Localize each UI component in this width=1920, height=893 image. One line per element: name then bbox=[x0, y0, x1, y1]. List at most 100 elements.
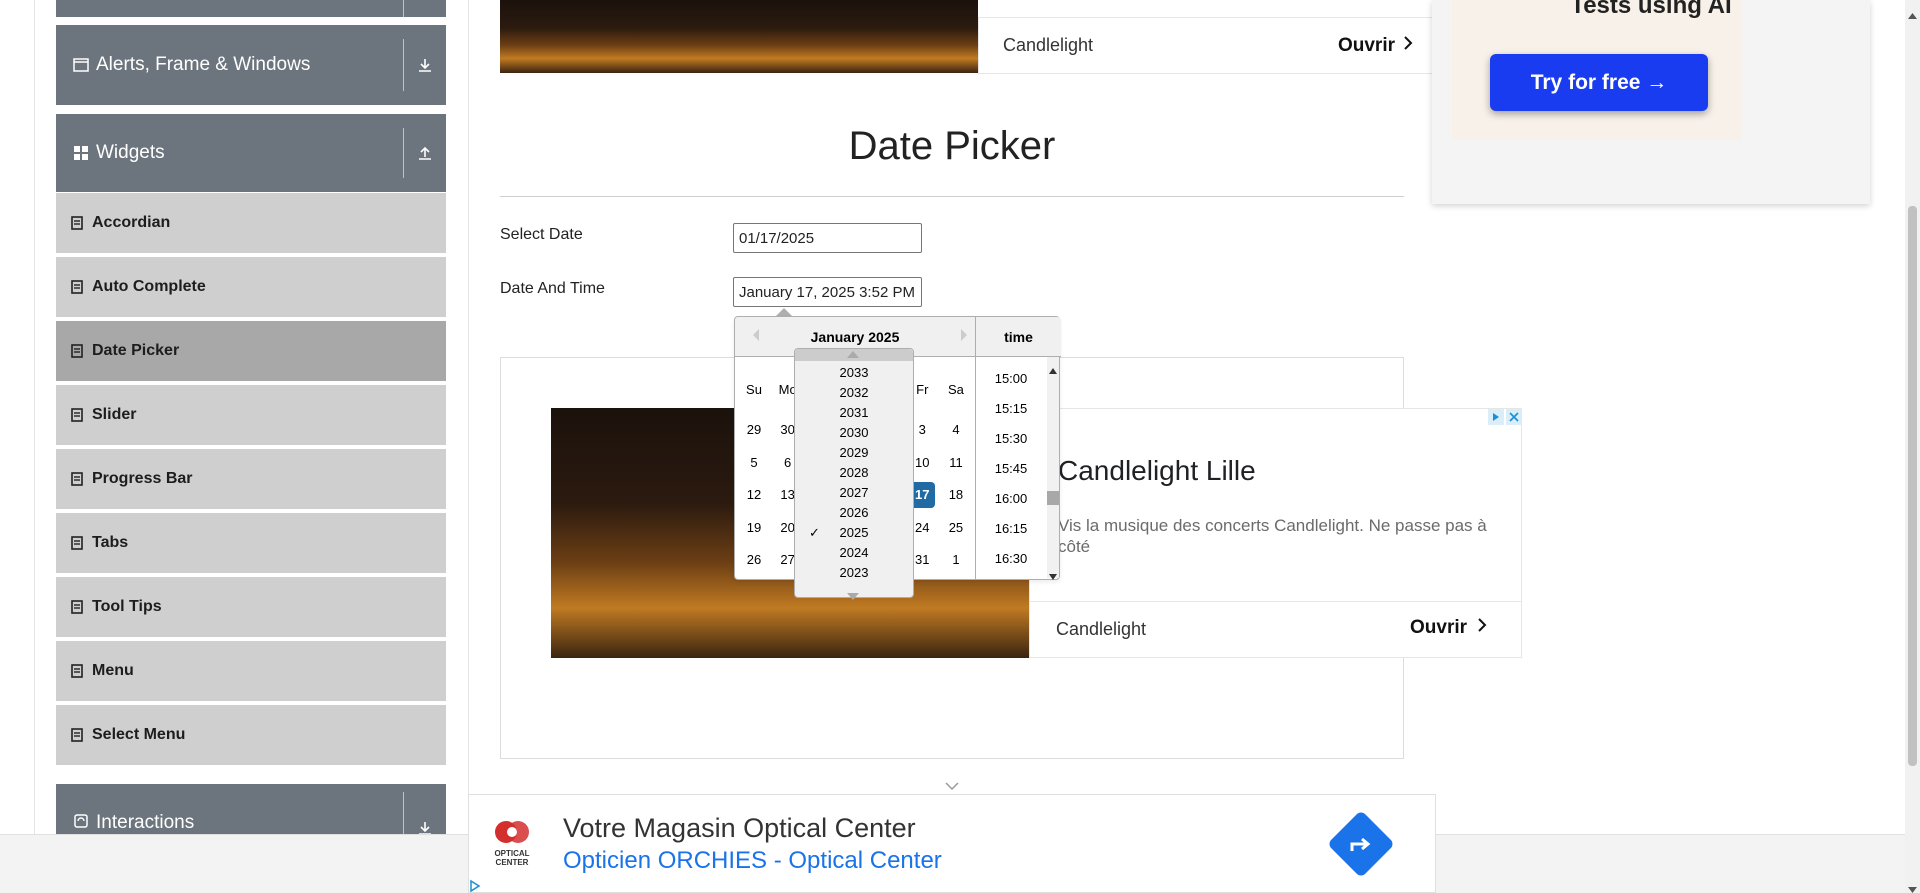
year-option[interactable]: 2026 bbox=[795, 505, 913, 520]
left-gutter-border bbox=[34, 0, 35, 834]
title-divider bbox=[500, 196, 1404, 197]
grid-icon bbox=[72, 144, 90, 162]
sidebar-group-partial[interactable] bbox=[56, 0, 446, 17]
item-icon bbox=[70, 216, 84, 230]
time-option[interactable]: 15:30 bbox=[976, 431, 1046, 446]
calendar-day[interactable]: 11 bbox=[943, 450, 969, 476]
year-option[interactable]: 2030 bbox=[795, 425, 913, 440]
calendar-day[interactable]: 29 bbox=[741, 417, 767, 443]
sidebar-item-auto-complete[interactable]: Auto Complete bbox=[56, 257, 446, 319]
calendar-day[interactable]: 25 bbox=[943, 515, 969, 541]
sidebar-item-date-picker[interactable]: Date Picker bbox=[56, 321, 446, 383]
time-option[interactable]: 16:15 bbox=[976, 521, 1046, 536]
year-option[interactable]: 2031 bbox=[795, 405, 913, 420]
calendar-day[interactable]: 26 bbox=[741, 547, 767, 573]
year-option[interactable]: 2028 bbox=[795, 465, 913, 480]
sidebar-item-tool-tips[interactable]: Tool Tips bbox=[56, 577, 446, 639]
top-ad-cta[interactable]: Ouvrir bbox=[1338, 35, 1395, 57]
window-icon bbox=[72, 56, 90, 74]
sidebar-item-label: Date Picker bbox=[92, 342, 180, 359]
sidebar-item-label: Slider bbox=[92, 406, 137, 423]
right-ad-headline: Tests using AI bbox=[1570, 0, 1732, 19]
mid-ad-headline: Candlelight Lille bbox=[1058, 455, 1256, 486]
chevron-right-icon bbox=[1477, 617, 1487, 639]
calendar-day[interactable]: 4 bbox=[943, 417, 969, 443]
ad-choices-icon[interactable] bbox=[469, 879, 481, 893]
calendar-day[interactable]: 12 bbox=[741, 482, 767, 508]
sidebar-item-label: Menu bbox=[92, 662, 134, 679]
calendar-day[interactable]: 18 bbox=[943, 482, 969, 508]
bottom-ad-subtitle: Opticien ORCHIES - Optical Center bbox=[563, 847, 942, 874]
try-for-free-button[interactable]: Try for free → bbox=[1490, 54, 1708, 111]
day-name: Sa bbox=[947, 382, 964, 397]
date-time-input[interactable]: January 17, 2025 3:52 PM bbox=[733, 277, 922, 307]
sidebar-item-label: Tool Tips bbox=[92, 598, 162, 615]
sidebar-item-select-menu[interactable]: Select Menu bbox=[56, 705, 446, 767]
year-scroll-down-icon[interactable] bbox=[847, 587, 859, 605]
sidebar-item-menu[interactable]: Menu bbox=[56, 641, 446, 703]
scroll-down-icon[interactable] bbox=[1908, 880, 1917, 893]
ad-info-icon bbox=[1488, 409, 1504, 425]
interactions-icon bbox=[72, 812, 90, 830]
year-scroll-up[interactable] bbox=[795, 349, 913, 361]
time-option[interactable]: 16:30 bbox=[976, 551, 1046, 566]
year-option[interactable]: 2033 bbox=[795, 365, 913, 380]
divider bbox=[403, 0, 404, 17]
sidebar-item-progress-bar[interactable]: Progress Bar bbox=[56, 449, 446, 511]
sidebar-group-alerts[interactable]: Alerts, Frame & Windows bbox=[56, 25, 446, 105]
year-option[interactable]: 2023 bbox=[795, 565, 913, 580]
time-option[interactable]: 16:00 bbox=[976, 491, 1046, 506]
time-scroll-thumb[interactable] bbox=[1047, 491, 1059, 505]
ad-choices[interactable] bbox=[1488, 409, 1522, 425]
page-scroll-thumb[interactable] bbox=[1908, 206, 1917, 766]
bottom-ad[interactable]: OPTICAL CENTER Votre Magasin Optical Cen… bbox=[468, 794, 1436, 893]
year-option[interactable]: 2027 bbox=[795, 485, 913, 500]
optical-center-logo bbox=[491, 817, 533, 847]
top-ad-advertiser: Candlelight bbox=[1003, 35, 1094, 55]
month-year-label[interactable]: January 2025 bbox=[735, 329, 975, 345]
select-date-label: Select Date bbox=[500, 226, 583, 243]
time-option[interactable]: 15:45 bbox=[976, 461, 1046, 476]
mid-ad-cta-label: Ouvrir bbox=[1410, 617, 1468, 638]
time-scrollbar[interactable] bbox=[1047, 357, 1059, 580]
scroll-up-icon bbox=[1049, 361, 1057, 379]
mid-ad-cta[interactable]: Ouvrir bbox=[1410, 617, 1487, 639]
year-dropdown[interactable]: 2033 2032 2031 2030 2029 2028 2027 2026 … bbox=[794, 348, 914, 600]
sidebar-item-slider[interactable]: Slider bbox=[56, 385, 446, 447]
scroll-down-icon bbox=[1049, 567, 1057, 585]
time-option[interactable]: 15:00 bbox=[976, 371, 1046, 386]
group-label: Alerts, Frame & Windows bbox=[96, 54, 311, 75]
calendar-day[interactable]: 19 bbox=[741, 515, 767, 541]
scroll-up-icon[interactable] bbox=[1908, 6, 1917, 24]
sidebar-item-tabs[interactable]: Tabs bbox=[56, 513, 446, 575]
download-arrow-icon[interactable] bbox=[404, 57, 446, 73]
year-option[interactable]: 2032 bbox=[795, 385, 913, 400]
year-option[interactable]: 2029 bbox=[795, 445, 913, 460]
sidebar-group-widgets[interactable]: Widgets bbox=[56, 114, 446, 192]
group-label: Interactions bbox=[96, 812, 195, 833]
item-icon bbox=[70, 344, 84, 358]
item-icon bbox=[70, 536, 84, 550]
calendar-day[interactable]: 5 bbox=[741, 450, 767, 476]
sidebar-item-accordian[interactable]: Accordian bbox=[56, 193, 446, 255]
logo-text-line-1: OPTICAL bbox=[494, 849, 530, 858]
mid-ad-description: Vis la musique des concerts Candlelight.… bbox=[1058, 516, 1487, 556]
top-ad-image[interactable] bbox=[500, 0, 978, 73]
top-ad-footer[interactable]: Candlelight Ouvrir bbox=[978, 17, 1438, 74]
select-date-input[interactable]: 01/17/2025 bbox=[733, 223, 922, 253]
year-option[interactable]: 2024 bbox=[795, 545, 913, 560]
upload-arrow-icon[interactable] bbox=[404, 145, 446, 161]
time-option[interactable]: 15:15 bbox=[976, 401, 1046, 416]
item-icon bbox=[70, 664, 84, 678]
item-icon bbox=[70, 280, 84, 294]
chevron-right-icon bbox=[1403, 35, 1413, 56]
directions-arrow-icon bbox=[1348, 833, 1374, 860]
checkmark-icon: ✓ bbox=[809, 525, 820, 540]
mid-ad-divider bbox=[1030, 601, 1521, 602]
time-header: time bbox=[976, 317, 1061, 357]
group-label: Widgets bbox=[96, 142, 165, 163]
mid-ad-body[interactable]: Candlelight Lille Vis la musique des con… bbox=[1029, 408, 1522, 658]
calendar-day[interactable]: 1 bbox=[943, 547, 969, 573]
mid-ad-advertiser: Candlelight bbox=[1056, 619, 1147, 639]
logo-text: OPTICAL CENTER bbox=[489, 849, 535, 867]
